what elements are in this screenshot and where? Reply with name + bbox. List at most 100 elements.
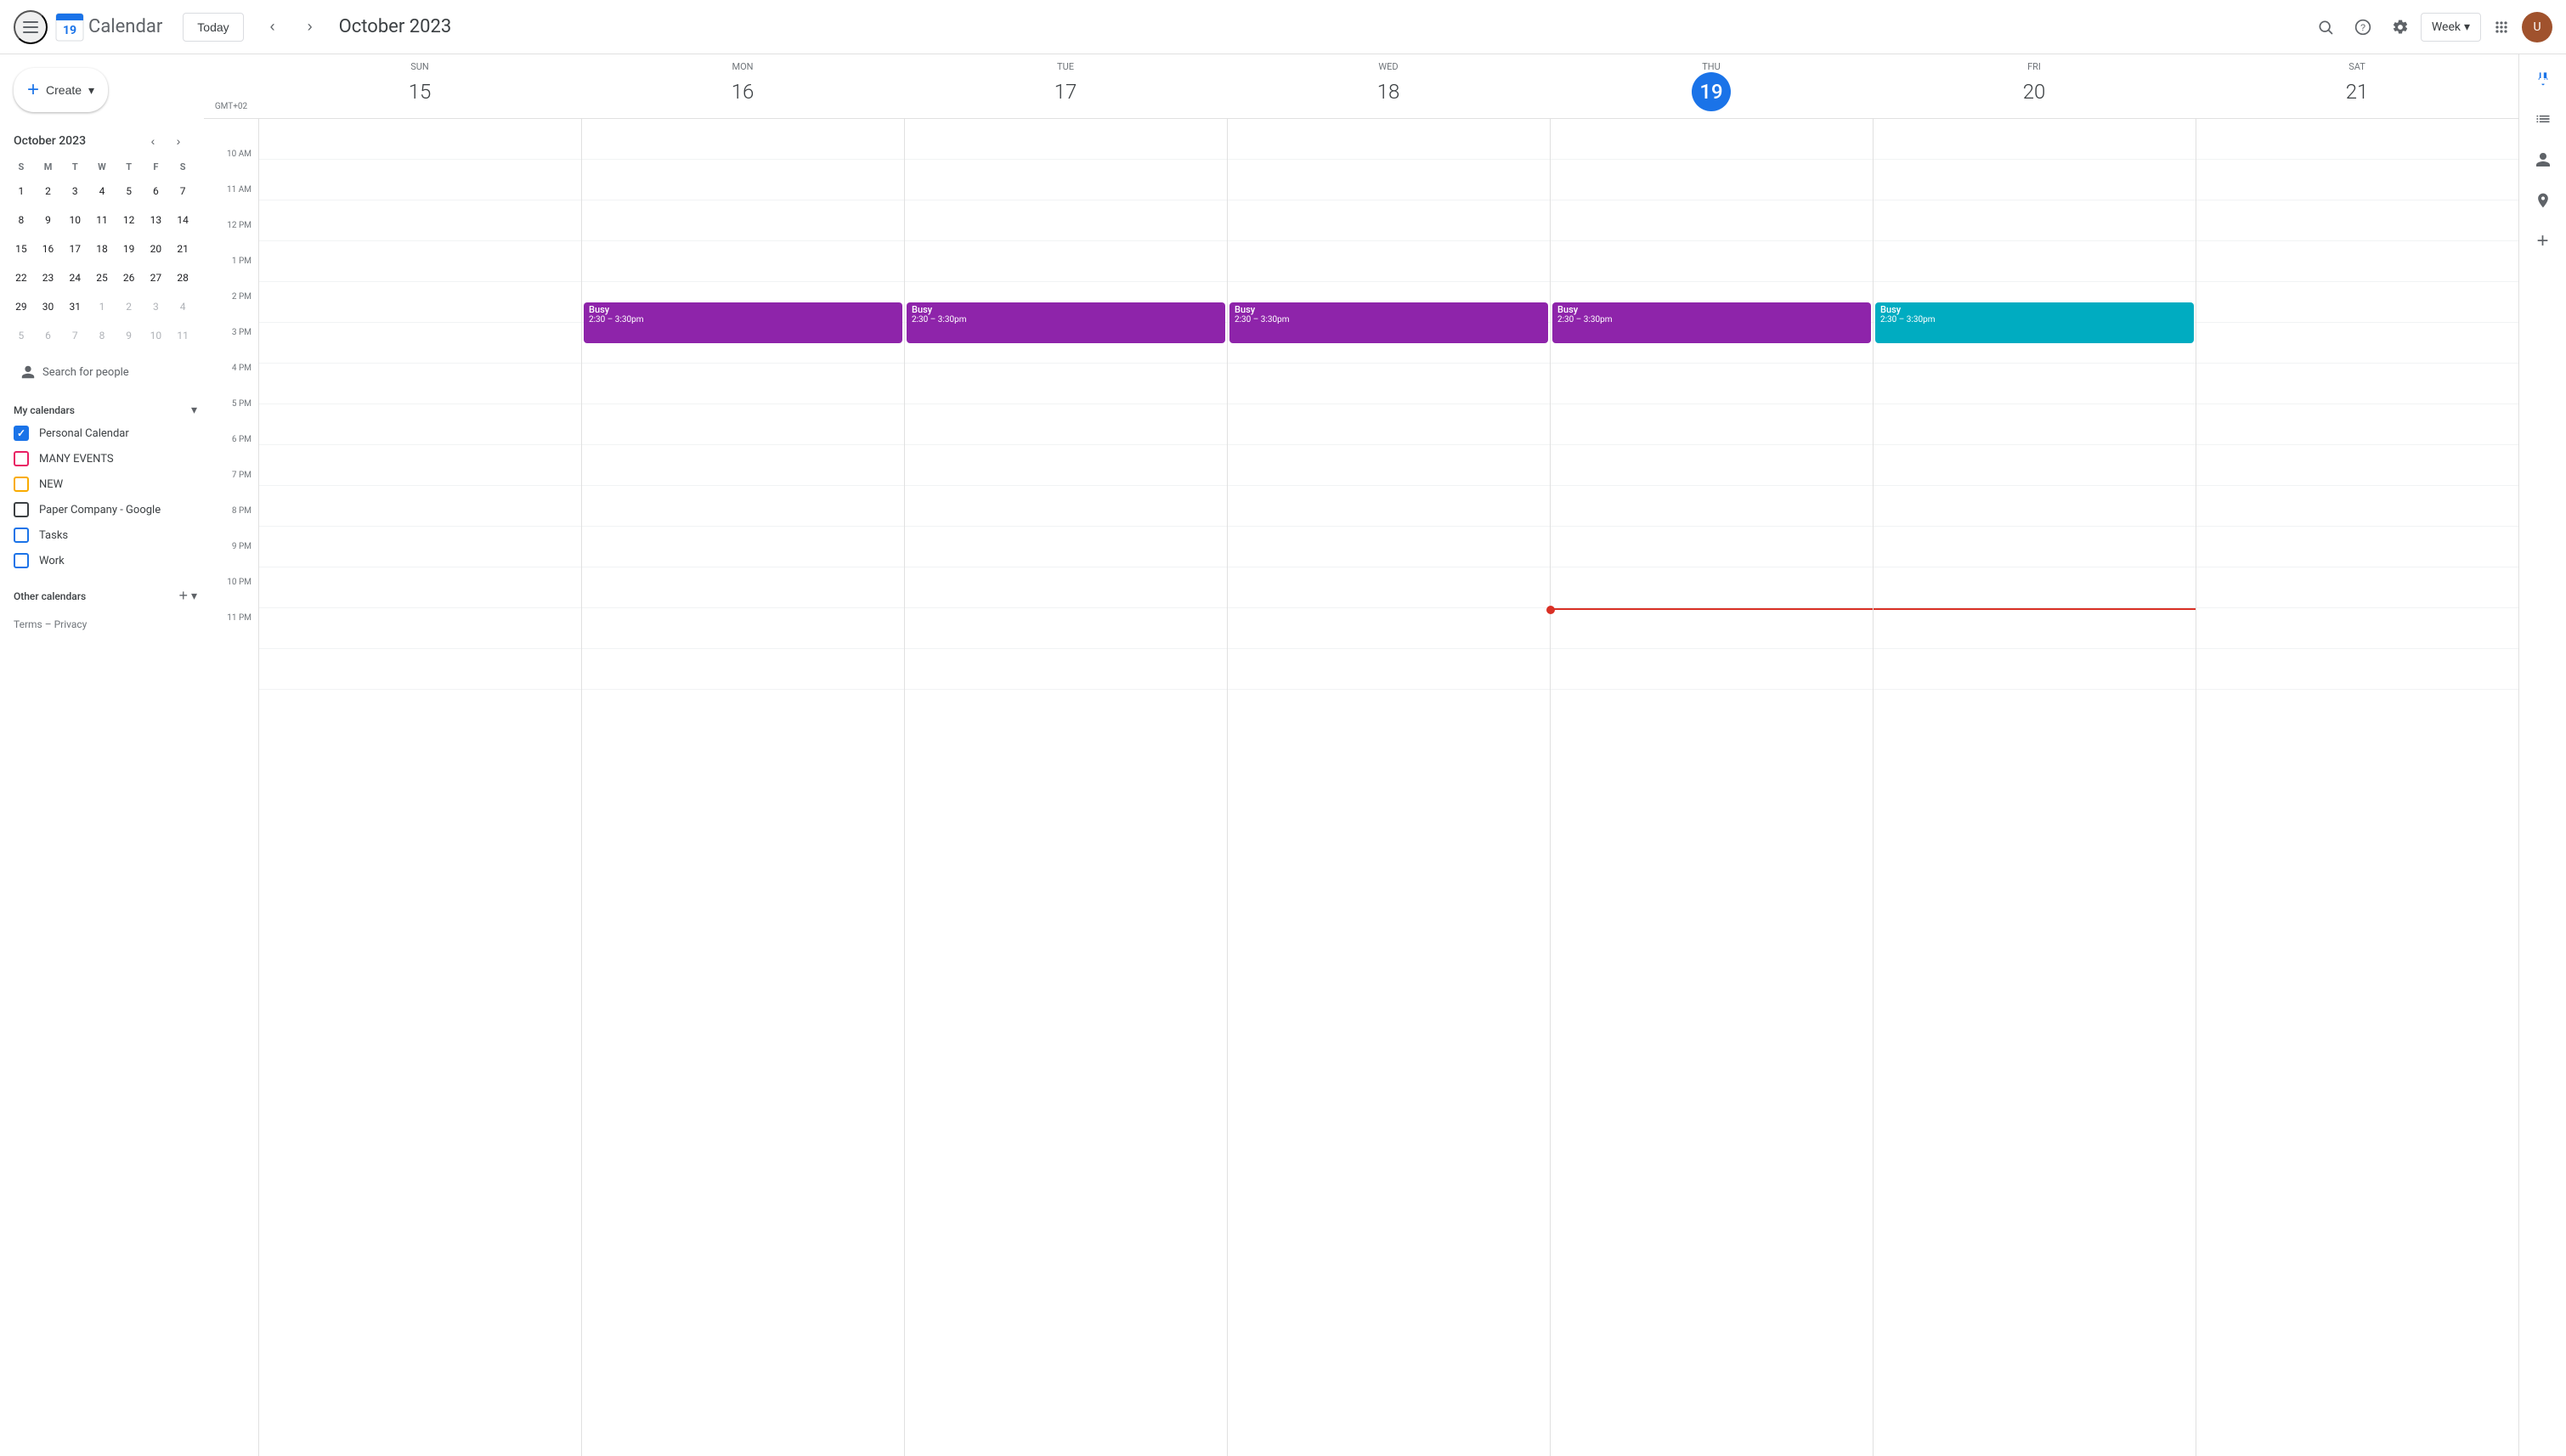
day-number-18[interactable]: 18 xyxy=(1369,72,1408,111)
google-apps-button[interactable] xyxy=(2484,10,2518,44)
mini-day[interactable]: 20 xyxy=(144,237,167,261)
mini-day[interactable]: 9 xyxy=(117,324,141,347)
calendar-item-tasks[interactable]: Tasks xyxy=(0,522,204,548)
day-number-15[interactable]: 15 xyxy=(400,72,439,111)
mini-day[interactable]: 25 xyxy=(90,266,114,290)
event-busy-col5[interactable]: Busy2:30 – 3:30pm xyxy=(1875,302,2194,343)
mini-day[interactable]: 9 xyxy=(37,208,60,232)
day-number-21[interactable]: 21 xyxy=(2337,72,2377,111)
mini-day[interactable]: 29 xyxy=(9,295,33,319)
mini-day[interactable]: 24 xyxy=(63,266,87,290)
mini-day[interactable]: 5 xyxy=(9,324,33,347)
day-number-20[interactable]: 20 xyxy=(2015,72,2054,111)
mini-day[interactable]: 8 xyxy=(9,208,33,232)
mini-day[interactable]: 10 xyxy=(63,208,87,232)
grid-col-5[interactable]: Busy2:30 – 3:30pm xyxy=(1873,119,2196,1456)
mini-day[interactable]: 23 xyxy=(37,266,60,290)
calendar-item-many[interactable]: MANY EVENTS xyxy=(0,446,204,471)
other-calendars-section: Other calendars + ▾ xyxy=(0,577,204,612)
calendar-checkbox-personal[interactable] xyxy=(14,426,29,441)
calendar-item-paper[interactable]: Paper Company - Google xyxy=(0,497,204,522)
event-busy-col3[interactable]: Busy2:30 – 3:30pm xyxy=(1229,302,1548,343)
contacts-panel-icon[interactable] xyxy=(2526,143,2560,177)
tasks-panel-icon[interactable] xyxy=(2526,102,2560,136)
mini-day[interactable]: 12 xyxy=(117,208,141,232)
mini-day[interactable]: 3 xyxy=(144,295,167,319)
today-button[interactable]: Today xyxy=(183,13,243,42)
grid-col-1[interactable]: Busy2:30 – 3:30pm xyxy=(581,119,904,1456)
mini-day[interactable]: 7 xyxy=(171,179,195,203)
grid-col-3[interactable]: Busy2:30 – 3:30pm xyxy=(1227,119,1550,1456)
mini-day[interactable]: 8 xyxy=(90,324,114,347)
mini-day[interactable]: 2 xyxy=(37,179,60,203)
mini-day[interactable]: 4 xyxy=(90,179,114,203)
grid-col-2[interactable]: Busy2:30 – 3:30pm xyxy=(904,119,1227,1456)
mini-day[interactable]: 4 xyxy=(171,295,195,319)
mini-day[interactable]: 27 xyxy=(144,266,167,290)
settings-button[interactable] xyxy=(2383,10,2417,44)
next-button[interactable]: › xyxy=(295,12,325,42)
help-button[interactable]: ? xyxy=(2346,10,2380,44)
calendar-item-personal[interactable]: Personal Calendar xyxy=(0,420,204,446)
mini-day[interactable]: 3 xyxy=(63,179,87,203)
add-other-calendar-button[interactable]: + xyxy=(178,587,188,605)
mini-day[interactable]: 11 xyxy=(171,324,195,347)
day-number-17[interactable]: 17 xyxy=(1046,72,1085,111)
event-busy-col4[interactable]: Busy2:30 – 3:30pm xyxy=(1552,302,1871,343)
mini-day[interactable]: 6 xyxy=(144,179,167,203)
mini-day[interactable]: 1 xyxy=(9,179,33,203)
calendar-checkbox-many[interactable] xyxy=(14,451,29,466)
search-people[interactable]: Search for people xyxy=(10,358,194,387)
mini-day[interactable]: 11 xyxy=(90,208,114,232)
calendar-checkbox-work[interactable] xyxy=(14,553,29,568)
mini-day[interactable]: 31 xyxy=(63,295,87,319)
mini-day[interactable]: 7 xyxy=(63,324,87,347)
add-panel-button[interactable]: + xyxy=(2526,224,2560,258)
mini-cal-prev[interactable]: ‹ xyxy=(141,129,165,153)
mini-cal-next[interactable]: › xyxy=(167,129,190,153)
day-number-19[interactable]: 19 xyxy=(1692,72,1731,111)
search-button[interactable] xyxy=(2309,10,2343,44)
mini-day[interactable]: 17 xyxy=(63,237,87,261)
create-button[interactable]: + Create ▾ xyxy=(14,68,108,112)
other-calendars-header[interactable]: Other calendars + ▾ xyxy=(0,580,204,608)
mini-day[interactable]: 19 xyxy=(117,237,141,261)
grid-col-0[interactable] xyxy=(258,119,581,1456)
mini-day[interactable]: 18 xyxy=(90,237,114,261)
mini-day[interactable]: 15 xyxy=(9,237,33,261)
calendar-label-paper: Paper Company - Google xyxy=(39,504,161,516)
mini-day[interactable]: 26 xyxy=(117,266,141,290)
mini-day[interactable]: 1 xyxy=(90,295,114,319)
mini-day[interactable]: 30 xyxy=(37,295,60,319)
calendar-checkbox-paper[interactable] xyxy=(14,502,29,517)
user-avatar[interactable]: U xyxy=(2522,12,2552,42)
mini-day[interactable]: 13 xyxy=(144,208,167,232)
mini-day[interactable]: 16 xyxy=(37,237,60,261)
mini-day[interactable]: 5 xyxy=(117,179,141,203)
event-busy-col2[interactable]: Busy2:30 – 3:30pm xyxy=(907,302,1225,343)
my-calendars-header[interactable]: My calendars ▾ xyxy=(0,397,204,420)
mini-day[interactable]: 28 xyxy=(171,266,195,290)
terms-link[interactable]: Terms xyxy=(14,618,42,630)
mini-day[interactable]: 10 xyxy=(144,324,167,347)
calendar-item-work[interactable]: Work xyxy=(0,548,204,573)
privacy-link[interactable]: Privacy xyxy=(54,618,88,630)
maps-panel-icon[interactable] xyxy=(2526,183,2560,217)
mini-day[interactable]: 14 xyxy=(171,208,195,232)
grid-col-6[interactable] xyxy=(2196,119,2518,1456)
calendar-checkbox-new[interactable] xyxy=(14,477,29,492)
calendar-item-new[interactable]: NEW xyxy=(0,471,204,497)
keep-panel-icon[interactable] xyxy=(2526,61,2560,95)
mini-day[interactable]: 21 xyxy=(171,237,195,261)
mini-day[interactable]: 2 xyxy=(117,295,141,319)
calendar-checkbox-tasks[interactable] xyxy=(14,528,29,543)
time-grid[interactable]: 10 AM11 AM12 PM1 PM2 PM3 PM4 PM5 PM6 PM7… xyxy=(204,119,2518,1456)
mini-day[interactable]: 6 xyxy=(37,324,60,347)
menu-button[interactable] xyxy=(14,10,48,44)
day-number-16[interactable]: 16 xyxy=(723,72,762,111)
mini-day[interactable]: 22 xyxy=(9,266,33,290)
event-busy-col1[interactable]: Busy2:30 – 3:30pm xyxy=(584,302,902,343)
prev-button[interactable]: ‹ xyxy=(257,12,288,42)
view-selector[interactable]: Week ▾ xyxy=(2421,13,2481,42)
grid-col-4[interactable]: Busy2:30 – 3:30pm xyxy=(1550,119,1873,1456)
